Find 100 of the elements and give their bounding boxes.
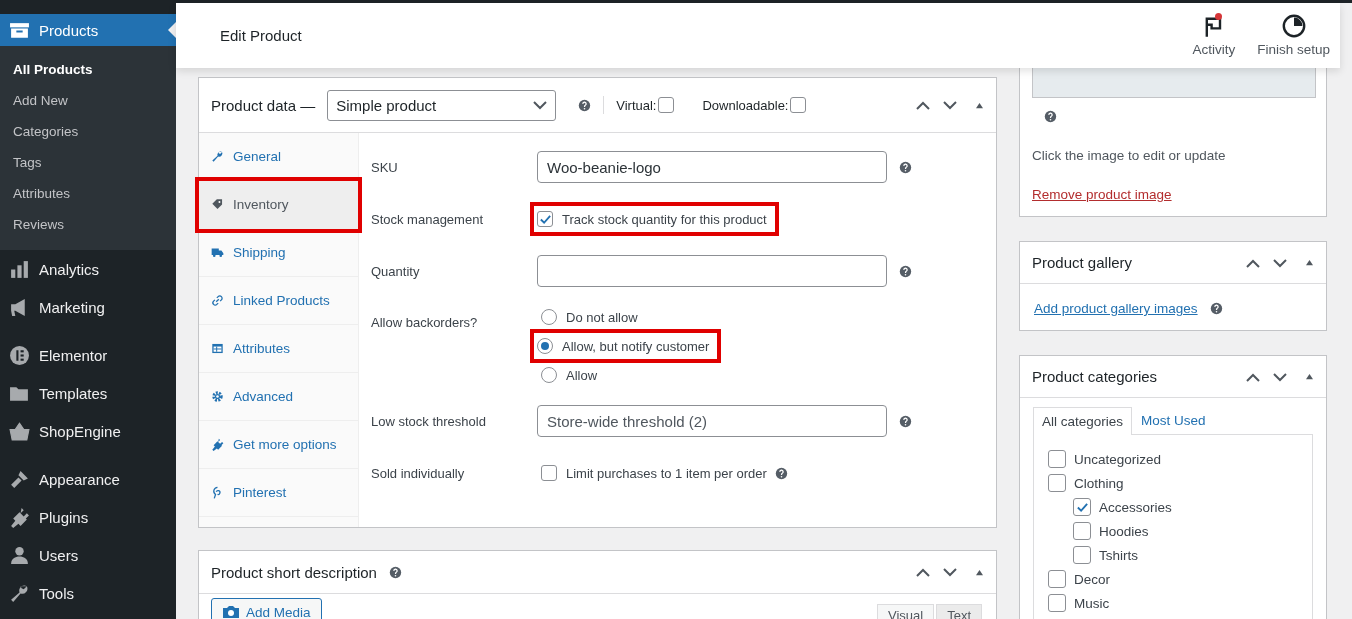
chevron-up-icon[interactable] bbox=[915, 567, 931, 577]
collapse-triangle-icon[interactable] bbox=[975, 101, 984, 109]
panel-tab[interactable]: Pinterest bbox=[199, 469, 358, 517]
help-icon[interactable] bbox=[774, 466, 788, 480]
category-tab[interactable]: Most Used bbox=[1132, 406, 1215, 434]
truck-icon bbox=[211, 246, 224, 259]
category-label: Clothing bbox=[1074, 475, 1124, 491]
image-caption: Click the image to edit or update bbox=[1032, 148, 1227, 163]
category-checkbox[interactable] bbox=[1048, 474, 1066, 492]
category-checkbox[interactable] bbox=[1073, 522, 1091, 540]
collapse-triangle-icon[interactable] bbox=[1305, 373, 1314, 380]
text-field[interactable]: Store-wide threshold (2) bbox=[537, 405, 887, 437]
checkbox[interactable] bbox=[790, 97, 807, 113]
category-label: Decor bbox=[1074, 571, 1110, 587]
panel-title: Product categories bbox=[1032, 368, 1158, 385]
panel-title: Product gallery bbox=[1032, 254, 1133, 271]
panel-title: Product short description bbox=[211, 563, 377, 581]
header-action-button[interactable]: Finish setup bbox=[1257, 14, 1330, 57]
plug-icon bbox=[9, 506, 30, 528]
link-icon bbox=[211, 294, 224, 307]
add-media-button[interactable]: Add Media bbox=[211, 598, 322, 619]
text-field[interactable] bbox=[537, 255, 887, 287]
submenu-item[interactable]: Reviews bbox=[0, 209, 176, 240]
checkbox-label: Virtual: bbox=[616, 97, 657, 113]
menu-item[interactable]: Templates bbox=[0, 374, 176, 412]
basket-icon bbox=[9, 420, 30, 442]
category-checkbox[interactable] bbox=[1048, 450, 1066, 468]
menu-item[interactable]: Products bbox=[0, 14, 176, 46]
checkbox[interactable] bbox=[541, 465, 557, 481]
category-checkbox[interactable] bbox=[1048, 570, 1066, 588]
field-label: Quantity bbox=[371, 263, 421, 279]
submenu-item[interactable]: Categories bbox=[0, 116, 176, 147]
field-label: Allow backorders? bbox=[371, 314, 479, 330]
help-icon[interactable] bbox=[578, 98, 592, 112]
panel-tab[interactable]: Get more options bbox=[199, 421, 358, 469]
help-icon[interactable] bbox=[1209, 302, 1223, 315]
menu-item[interactable]: Elementor bbox=[0, 336, 176, 374]
menu-item[interactable]: ShopEngine bbox=[0, 412, 176, 450]
plug-icon bbox=[211, 438, 224, 451]
checkmark-icon bbox=[538, 212, 552, 226]
chevron-up-icon[interactable] bbox=[915, 100, 931, 110]
submenu-item[interactable]: Tags bbox=[0, 147, 176, 178]
category-tab[interactable]: All categories bbox=[1033, 407, 1133, 435]
checkmark-icon bbox=[1075, 500, 1089, 514]
category-checkbox[interactable] bbox=[1073, 498, 1091, 516]
help-icon[interactable] bbox=[899, 160, 912, 174]
panel-tab[interactable]: Shipping bbox=[199, 229, 358, 277]
help-icon[interactable] bbox=[388, 565, 402, 579]
gear-icon bbox=[211, 390, 224, 403]
panel-tab[interactable]: Attributes bbox=[199, 325, 358, 373]
submenu-item[interactable]: All Products bbox=[0, 54, 176, 85]
help-icon[interactable] bbox=[899, 414, 912, 428]
menu-item[interactable]: Users bbox=[0, 536, 176, 574]
add-gallery-link[interactable]: Add product gallery images bbox=[1034, 301, 1198, 316]
category-label: Uncategorized bbox=[1074, 451, 1162, 467]
submenu-item[interactable]: Attributes bbox=[0, 178, 176, 209]
category-checkbox[interactable] bbox=[1048, 594, 1066, 612]
submenu-item[interactable]: Add New bbox=[0, 85, 176, 116]
panel-tab[interactable]: Linked Products bbox=[199, 277, 358, 325]
radio-button[interactable] bbox=[541, 309, 557, 325]
radio-label: Do not allow bbox=[566, 309, 638, 325]
field-label: Sold individually bbox=[371, 465, 466, 481]
text-field[interactable]: Woo-beanie-logo bbox=[537, 151, 887, 183]
menu-item[interactable]: Marketing bbox=[0, 288, 176, 326]
radio-label: Allow bbox=[566, 367, 598, 383]
chevron-down-icon[interactable] bbox=[1272, 371, 1288, 382]
checkbox[interactable] bbox=[537, 211, 553, 227]
checkbox-label: Limit purchases to 1 item per order bbox=[566, 465, 767, 481]
header-action-button[interactable]: Activity bbox=[1192, 14, 1236, 57]
menu-item[interactable]: Analytics bbox=[0, 250, 176, 288]
radio-button[interactable] bbox=[537, 338, 553, 354]
panel-tab[interactable]: Advanced bbox=[199, 373, 358, 421]
table-icon bbox=[211, 342, 224, 355]
collapse-triangle-icon[interactable] bbox=[1305, 259, 1314, 266]
product-type-select[interactable]: Simple product bbox=[327, 89, 557, 121]
category-label: Hoodies bbox=[1099, 523, 1149, 539]
radio-button[interactable] bbox=[541, 367, 557, 383]
chevron-down-icon[interactable] bbox=[942, 567, 958, 577]
chevron-down-icon[interactable] bbox=[942, 100, 958, 110]
wrench-icon bbox=[211, 150, 224, 163]
help-icon[interactable] bbox=[1044, 110, 1057, 123]
field-label: Stock management bbox=[371, 211, 484, 227]
tag-icon bbox=[211, 198, 224, 211]
category-checkbox[interactable] bbox=[1073, 546, 1091, 564]
chevron-down-icon[interactable] bbox=[1272, 257, 1288, 268]
collapse-triangle-icon[interactable] bbox=[975, 568, 984, 576]
category-label: Music bbox=[1074, 595, 1110, 611]
menu-item[interactable]: Plugins bbox=[0, 498, 176, 536]
field-label: SKU bbox=[371, 159, 399, 175]
menu-item[interactable]: Appearance bbox=[0, 460, 176, 498]
radio-label: Allow, but notify customer bbox=[562, 338, 710, 354]
checkbox-label: Downloadable: bbox=[702, 97, 789, 113]
menu-item[interactable]: Tools bbox=[0, 574, 176, 612]
help-icon[interactable] bbox=[899, 264, 912, 278]
bar-chart-icon bbox=[9, 258, 30, 280]
chevron-up-icon[interactable] bbox=[1245, 257, 1261, 268]
remove-image-link[interactable]: Remove product image bbox=[1032, 187, 1172, 202]
checkbox[interactable] bbox=[658, 97, 675, 113]
paintbrush-icon bbox=[9, 468, 30, 490]
chevron-up-icon[interactable] bbox=[1245, 371, 1261, 382]
